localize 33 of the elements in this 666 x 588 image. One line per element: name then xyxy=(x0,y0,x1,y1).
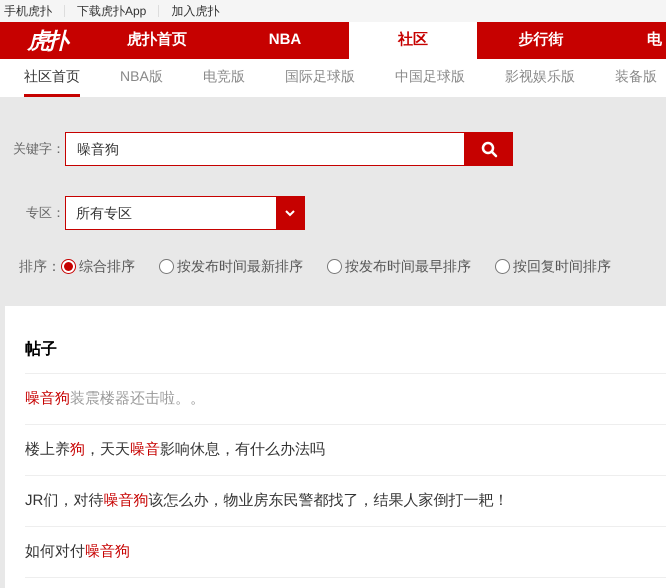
nav-tab[interactable]: 社区 xyxy=(349,22,477,59)
sub-nav-tab[interactable]: 国际足球版 xyxy=(284,59,355,97)
sort-radio[interactable]: 综合排序 xyxy=(61,256,135,277)
sub-nav-tab[interactable]: 中国足球版 xyxy=(394,59,465,97)
zone-select[interactable]: 所有专区 xyxy=(65,196,305,230)
post-link[interactable]: 楼上养狗，天天噪音影响休息，有什么办法吗 xyxy=(25,438,325,462)
sort-radio[interactable]: 按发布时间最早排序 xyxy=(327,256,471,277)
sub-nav-tab[interactable]: 社区首页 xyxy=(24,59,80,97)
sub-nav-tab[interactable]: NBA版 xyxy=(120,59,163,97)
posts-heading: 帖子 xyxy=(25,306,666,374)
search-icon xyxy=(480,140,498,158)
sort-label: 排序： xyxy=(19,257,61,276)
top-link[interactable]: 手机虎扑 xyxy=(0,2,52,20)
sort-radio[interactable]: 按回复时间排序 xyxy=(495,256,611,277)
search-button[interactable] xyxy=(465,132,513,166)
nav-tab[interactable]: 步行街 xyxy=(477,22,605,59)
nav-tab[interactable]: 虎扑首页 xyxy=(93,22,221,59)
sort-radio[interactable]: 按发布时间最新排序 xyxy=(159,256,303,277)
top-link[interactable]: 下载虎扑App xyxy=(77,2,146,20)
top-link[interactable]: 加入虎扑 xyxy=(171,2,220,20)
sub-nav-tab[interactable]: 装备版 xyxy=(614,59,657,97)
nav-tab[interactable]: NBA xyxy=(221,22,349,59)
zone-label: 专区： xyxy=(25,204,65,222)
nav-tab[interactable]: 电 xyxy=(605,22,666,59)
sub-nav-tab[interactable]: 影视娱乐版 xyxy=(504,59,575,97)
keyword-label: 关键字： xyxy=(12,140,65,158)
post-link[interactable]: 如何对付噪音狗 xyxy=(25,540,130,564)
post-link[interactable]: 噪音狗装震楼器还击啦。。 xyxy=(25,388,205,410)
logo[interactable]: 虎扑 xyxy=(28,24,66,57)
search-field[interactable]: 噪音狗 xyxy=(65,132,465,166)
post-link[interactable]: JR们，对待噪音狗该怎么办，物业房东民警都找了，结果人家倒打一耙！ xyxy=(25,490,508,512)
sub-nav-tab[interactable]: 电竞版 xyxy=(202,59,245,97)
chevron-down-icon xyxy=(284,209,296,217)
